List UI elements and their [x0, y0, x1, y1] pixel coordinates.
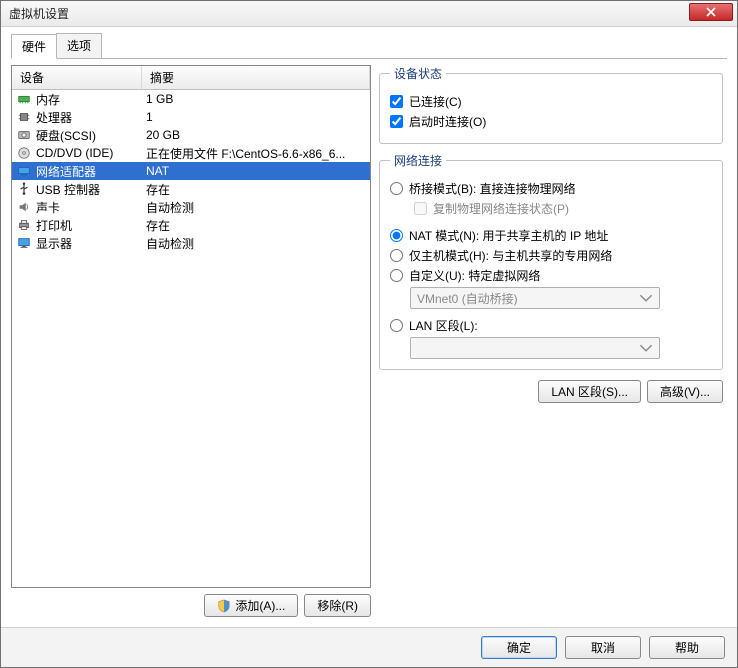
sound-icon: [16, 199, 32, 215]
client-area: 硬件 选项 设备 摘要 内存1 GB处理器1硬盘(SCSI)20 GBCD/DV…: [1, 27, 737, 627]
lan-segments-button[interactable]: LAN 区段(S)...: [538, 380, 641, 403]
cancel-button[interactable]: 取消: [565, 636, 641, 659]
close-icon: [706, 7, 716, 17]
connected-checkbox-row[interactable]: 已连接(C): [390, 93, 712, 110]
hardware-row[interactable]: 硬盘(SCSI)20 GB: [12, 126, 370, 144]
hostonly-radio-row[interactable]: 仅主机模式(H): 与主机共享的专用网络: [390, 247, 712, 264]
hardware-row[interactable]: 处理器1: [12, 108, 370, 126]
chevron-down-icon: [639, 341, 653, 355]
remove-hardware-button[interactable]: 移除(R): [304, 594, 371, 617]
memory-icon: [16, 91, 32, 107]
device-summary: 存在: [146, 217, 366, 234]
help-button[interactable]: 帮助: [649, 636, 725, 659]
hardware-row[interactable]: 显示器自动检测: [12, 234, 370, 252]
network-legend: 网络连接: [390, 152, 446, 169]
device-summary: 自动检测: [146, 235, 366, 252]
printer-icon: [16, 217, 32, 233]
hardware-list[interactable]: 设备 摘要 内存1 GB处理器1硬盘(SCSI)20 GBCD/DVD (IDE…: [11, 65, 371, 588]
replicate-checkbox: [414, 202, 427, 215]
usb-icon: [16, 181, 32, 197]
chevron-down-icon: [639, 291, 653, 305]
titlebar: 虚拟机设置: [1, 1, 737, 27]
lan-segment-radio[interactable]: [390, 319, 403, 332]
connected-label: 已连接(C): [409, 93, 462, 110]
col-device[interactable]: 设备: [12, 66, 142, 89]
hardware-list-pane: 设备 摘要 内存1 GB处理器1硬盘(SCSI)20 GBCD/DVD (IDE…: [11, 65, 371, 617]
hostonly-label: 仅主机模式(H): 与主机共享的专用网络: [409, 247, 612, 264]
hostonly-radio[interactable]: [390, 249, 403, 262]
bridged-radio-row[interactable]: 桥接模式(B): 直接连接物理网络: [390, 180, 712, 197]
hardware-row[interactable]: USB 控制器存在: [12, 180, 370, 198]
device-summary: 存在: [146, 181, 366, 198]
replicate-row: 复制物理网络连接状态(P): [414, 200, 712, 217]
remove-button-label: 移除(R): [317, 597, 358, 614]
nat-radio-row[interactable]: NAT 模式(N): 用于共享主机的 IP 地址: [390, 227, 712, 244]
shield-icon: [217, 599, 231, 613]
custom-vmnet-value: VMnet0 (自动桥接): [417, 290, 518, 307]
lan-segment-combo: [410, 337, 660, 359]
device-status-legend: 设备状态: [390, 65, 446, 82]
custom-radio[interactable]: [390, 269, 403, 282]
add-button-label: 添加(A)...: [235, 597, 285, 614]
nat-label: NAT 模式(N): 用于共享主机的 IP 地址: [409, 227, 608, 244]
list-header: 设备 摘要: [12, 66, 370, 90]
bridged-label: 桥接模式(B): 直接连接物理网络: [409, 180, 576, 197]
device-name: 硬盘(SCSI): [36, 127, 146, 144]
device-name: 内存: [36, 91, 146, 108]
col-summary[interactable]: 摘要: [142, 66, 370, 89]
device-summary: 20 GB: [146, 128, 366, 142]
custom-label: 自定义(U): 特定虚拟网络: [409, 267, 540, 284]
hardware-row[interactable]: 网络适配器NAT: [12, 162, 370, 180]
device-name: 处理器: [36, 109, 146, 126]
custom-vmnet-combo: VMnet0 (自动桥接): [410, 287, 660, 309]
hardware-row[interactable]: CD/DVD (IDE)正在使用文件 F:\CentOS-6.6-x86_6..…: [12, 144, 370, 162]
nic-icon: [16, 163, 32, 179]
hdd-icon: [16, 127, 32, 143]
advanced-button[interactable]: 高级(V)...: [647, 380, 723, 403]
connect-at-poweron-label: 启动时连接(O): [409, 113, 486, 130]
device-settings-pane: 设备状态 已连接(C) 启动时连接(O) 网络连接 桥接模式(B): 直接连接物: [379, 65, 727, 617]
vm-settings-window: 虚拟机设置 硬件 选项 设备 摘要 内存1 GB处理器1硬盘(SCSI)20 G…: [0, 0, 738, 668]
device-name: 显示器: [36, 235, 146, 252]
device-summary: 正在使用文件 F:\CentOS-6.6-x86_6...: [146, 145, 366, 162]
hardware-row[interactable]: 内存1 GB: [12, 90, 370, 108]
connected-checkbox[interactable]: [390, 95, 403, 108]
device-name: 声卡: [36, 199, 146, 216]
tab-options[interactable]: 选项: [56, 33, 102, 58]
device-summary: 1: [146, 110, 366, 124]
cpu-icon: [16, 109, 32, 125]
custom-radio-row[interactable]: 自定义(U): 特定虚拟网络: [390, 267, 712, 284]
ok-button[interactable]: 确定: [481, 636, 557, 659]
display-icon: [16, 235, 32, 251]
add-hardware-button[interactable]: 添加(A)...: [204, 594, 298, 617]
tab-hardware[interactable]: 硬件: [11, 34, 57, 59]
cd-icon: [16, 145, 32, 161]
replicate-label: 复制物理网络连接状态(P): [433, 200, 569, 217]
device-summary: 1 GB: [146, 92, 366, 106]
tab-bar: 硬件 选项: [11, 33, 727, 59]
lan-segment-radio-row[interactable]: LAN 区段(L):: [390, 317, 712, 334]
close-button[interactable]: [689, 3, 733, 21]
device-summary: NAT: [146, 164, 366, 178]
device-name: 打印机: [36, 217, 146, 234]
device-status-group: 设备状态 已连接(C) 启动时连接(O): [379, 65, 723, 144]
window-title: 虚拟机设置: [9, 5, 69, 22]
hardware-row[interactable]: 声卡自动检测: [12, 198, 370, 216]
device-name: USB 控制器: [36, 181, 146, 198]
connect-at-poweron-checkbox[interactable]: [390, 115, 403, 128]
bridged-radio[interactable]: [390, 182, 403, 195]
device-name: 网络适配器: [36, 163, 146, 180]
connect-at-poweron-row[interactable]: 启动时连接(O): [390, 113, 712, 130]
hardware-row[interactable]: 打印机存在: [12, 216, 370, 234]
device-name: CD/DVD (IDE): [36, 146, 146, 160]
dialog-footer: 确定 取消 帮助: [1, 627, 737, 667]
nat-radio[interactable]: [390, 229, 403, 242]
network-connection-group: 网络连接 桥接模式(B): 直接连接物理网络 复制物理网络连接状态(P) NAT…: [379, 152, 723, 370]
device-summary: 自动检测: [146, 199, 366, 216]
lan-segment-label: LAN 区段(L):: [409, 317, 478, 334]
